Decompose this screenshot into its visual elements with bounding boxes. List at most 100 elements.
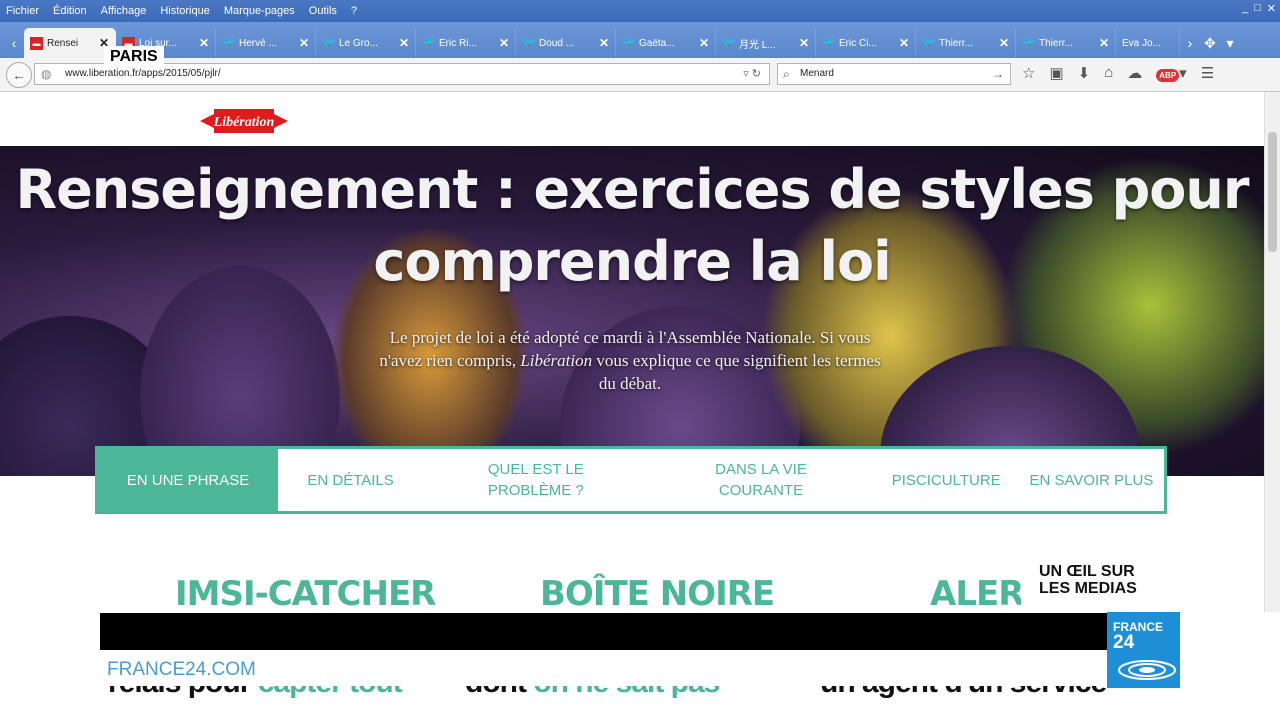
navigation-bar: ← ◍ www.liberation.fr/apps/2015/05/pjlr/… xyxy=(0,58,1280,92)
svg-text:Libération: Libération xyxy=(213,115,275,130)
term-heading: IMSI-CATCHER xyxy=(175,574,436,614)
tab-scroll-right-icon[interactable]: › xyxy=(1180,28,1200,58)
search-icon: ⌕ xyxy=(783,67,790,81)
tab-le-gro[interactable]: 🐦 Le Gro... ✕ xyxy=(316,28,416,58)
tab-title: Thierr... xyxy=(1039,37,1073,49)
close-window-button[interactable]: ✕ xyxy=(1267,2,1276,15)
close-tab-icon[interactable]: ✕ xyxy=(799,36,809,50)
bookmark-star-icon[interactable]: ☆ xyxy=(1022,64,1035,82)
tab-doud[interactable]: 🐦 Doud ... ✕ xyxy=(516,28,616,58)
liberation-favicon-icon: ▬ xyxy=(30,36,43,50)
page-title-line-2: comprendre la loi xyxy=(373,230,891,293)
close-tab-icon[interactable]: ✕ xyxy=(599,36,609,50)
section-nav: EN UNE PHRASE EN DÉTAILS QUEL EST LE PRO… xyxy=(95,446,1167,514)
twitter-icon: 🐦 xyxy=(622,36,636,49)
page-title-line-1: Renseignement : exercices de styles pour xyxy=(15,158,1250,221)
menu-affichage[interactable]: Affichage xyxy=(101,5,147,17)
adblock-icon[interactable]: ABP ▾ xyxy=(1156,64,1187,82)
page-title: Renseignement : exercices de styles pour… xyxy=(0,154,1264,298)
twitter-icon: 🐦 xyxy=(922,36,936,49)
close-tab-icon[interactable]: ✕ xyxy=(699,36,709,50)
twitter-icon: 🐦 xyxy=(822,36,836,49)
tab-title: Éric Ri... xyxy=(439,37,477,49)
tab-eric-ci[interactable]: 🐦 Eric Ci... ✕ xyxy=(816,28,916,58)
toolbar-icons: ☆ ▣ ⬇ ⌂ ☁ ABP ▾ ☰ xyxy=(1022,64,1214,82)
reload-icon[interactable]: ▿ ↻ xyxy=(743,64,761,84)
bookmarks-list-icon[interactable]: ▣ xyxy=(1049,64,1063,82)
channel-url: FRANCE24.COM xyxy=(100,656,1110,686)
twitter-icon: 🐦 xyxy=(422,36,436,49)
show-title-line-1: UN ŒIL SUR xyxy=(1039,563,1135,580)
url-text: www.liberation.fr/apps/2015/05/pjlr/ xyxy=(65,68,221,79)
intro-text-2: vous explique ce que signifient les term… xyxy=(592,351,881,393)
tab-thierr-1[interactable]: 🐦 Thierr... ✕ xyxy=(916,28,1016,58)
tab-en-savoir-plus[interactable]: EN SAVOIR PLUS xyxy=(1019,449,1164,511)
article-intro: Le projet de loi a été adopté ce mardi à… xyxy=(370,326,890,395)
tab-herve[interactable]: 🐦 Hervé ... ✕ xyxy=(216,28,316,58)
france24-logo: FRANCE 24 xyxy=(1107,612,1180,688)
tab-list-icon[interactable]: ▾ xyxy=(1220,28,1240,58)
tab-en-une-phrase[interactable]: EN UNE PHRASE xyxy=(98,449,278,511)
close-tab-icon[interactable]: ✕ xyxy=(499,36,509,50)
new-tab-icon[interactable]: ✥ xyxy=(1200,28,1220,58)
scrollbar[interactable] xyxy=(1264,92,1280,612)
hero-banner: Renseignement : exercices de styles pour… xyxy=(0,146,1264,476)
twitter-icon: 🐦 xyxy=(522,36,536,49)
chat-icon[interactable]: ☁ xyxy=(1127,64,1142,82)
liberation-logo[interactable]: Libération xyxy=(200,106,288,136)
tab-eric-ri[interactable]: 🐦 Éric Ri... ✕ xyxy=(416,28,516,58)
tab-thierr-2[interactable]: 🐦 Thierr... ✕ xyxy=(1016,28,1116,58)
tab-title: Eric Ci... xyxy=(839,37,877,49)
menu-marque-pages[interactable]: Marque-pages xyxy=(224,5,295,17)
tab-title: Le Gro... xyxy=(339,37,378,49)
menu-fichier[interactable]: Fichier xyxy=(6,5,39,17)
close-tab-icon[interactable]: ✕ xyxy=(299,36,309,50)
back-button[interactable]: ← xyxy=(6,62,32,88)
term-heading: BOÎTE NOIRE xyxy=(540,574,775,614)
maximize-button[interactable]: □ xyxy=(1254,2,1261,15)
tab-gaeta[interactable]: 🐦 Gaëta... ✕ xyxy=(616,28,716,58)
tab-title: Thierr... xyxy=(939,37,973,49)
tab-scroll-left-icon[interactable]: ‹ xyxy=(4,28,24,58)
minimize-button[interactable]: _ xyxy=(1242,2,1248,15)
search-input[interactable]: ⌕ Menard → xyxy=(777,63,1011,85)
menu-outils[interactable]: Outils xyxy=(309,5,337,17)
home-icon[interactable]: ⌂ xyxy=(1104,64,1113,82)
lower-third-band xyxy=(100,613,1180,650)
twitter-icon: 🐦 xyxy=(722,36,736,49)
tab-eva-jo[interactable]: Eva Jo... xyxy=(1116,28,1180,58)
show-title-overlay: UN ŒIL SUR LES MEDIAS xyxy=(1021,543,1179,610)
search-go-icon[interactable]: → xyxy=(992,64,1004,84)
location-badge: PARIS xyxy=(104,46,164,68)
tab-title: Doud ... xyxy=(539,37,575,49)
close-tab-icon[interactable]: ✕ xyxy=(899,36,909,50)
window-controls: _ □ ✕ xyxy=(1242,2,1276,15)
close-tab-icon[interactable]: ✕ xyxy=(199,36,209,50)
tab-dans-la-vie-courante[interactable]: DANS LA VIE COURANTE xyxy=(648,449,873,511)
menu-historique[interactable]: Historique xyxy=(160,5,210,17)
tab-title: 月光 L... xyxy=(739,39,776,51)
close-tab-icon[interactable]: ✕ xyxy=(399,36,409,50)
close-tab-icon[interactable]: ✕ xyxy=(1099,36,1109,50)
download-icon[interactable]: ⬇ xyxy=(1078,64,1091,82)
menu-edition[interactable]: Édition xyxy=(53,5,87,17)
menu-aide[interactable]: ? xyxy=(351,5,357,17)
intro-emphasis: Libération xyxy=(520,351,593,370)
tab-bar: ‹ ▬ Rensei ✕ ▬ Loi sur... ✕ 🐦 Hervé ... … xyxy=(0,22,1280,58)
twitter-icon: 🐦 xyxy=(322,36,336,49)
tab-pisciculture[interactable]: PISCICULTURE xyxy=(874,449,1019,511)
tab-quel-est-le-probleme[interactable]: QUEL EST LE PROBLÈME ? xyxy=(423,449,648,511)
scrollbar-thumb[interactable] xyxy=(1268,132,1277,252)
show-title-line-2: LES MEDIAS xyxy=(1039,580,1137,597)
tab-title: Eva Jo... xyxy=(1122,37,1161,49)
search-value: Menard xyxy=(800,68,834,79)
twitter-icon: 🐦 xyxy=(1022,36,1036,49)
menu-icon[interactable]: ☰ xyxy=(1201,64,1214,82)
tab-gekko[interactable]: 🐦 月光 L... ✕ xyxy=(716,28,816,58)
close-tab-icon[interactable]: ✕ xyxy=(999,36,1009,50)
tab-title: Rensei xyxy=(47,37,79,49)
tab-title: Gaëta... xyxy=(639,37,675,49)
tab-renseignement[interactable]: ▬ Rensei ✕ xyxy=(24,28,116,58)
menu-bar: Fichier Édition Affichage Historique Mar… xyxy=(0,0,1280,22)
tab-en-details[interactable]: EN DÉTAILS xyxy=(278,449,423,511)
